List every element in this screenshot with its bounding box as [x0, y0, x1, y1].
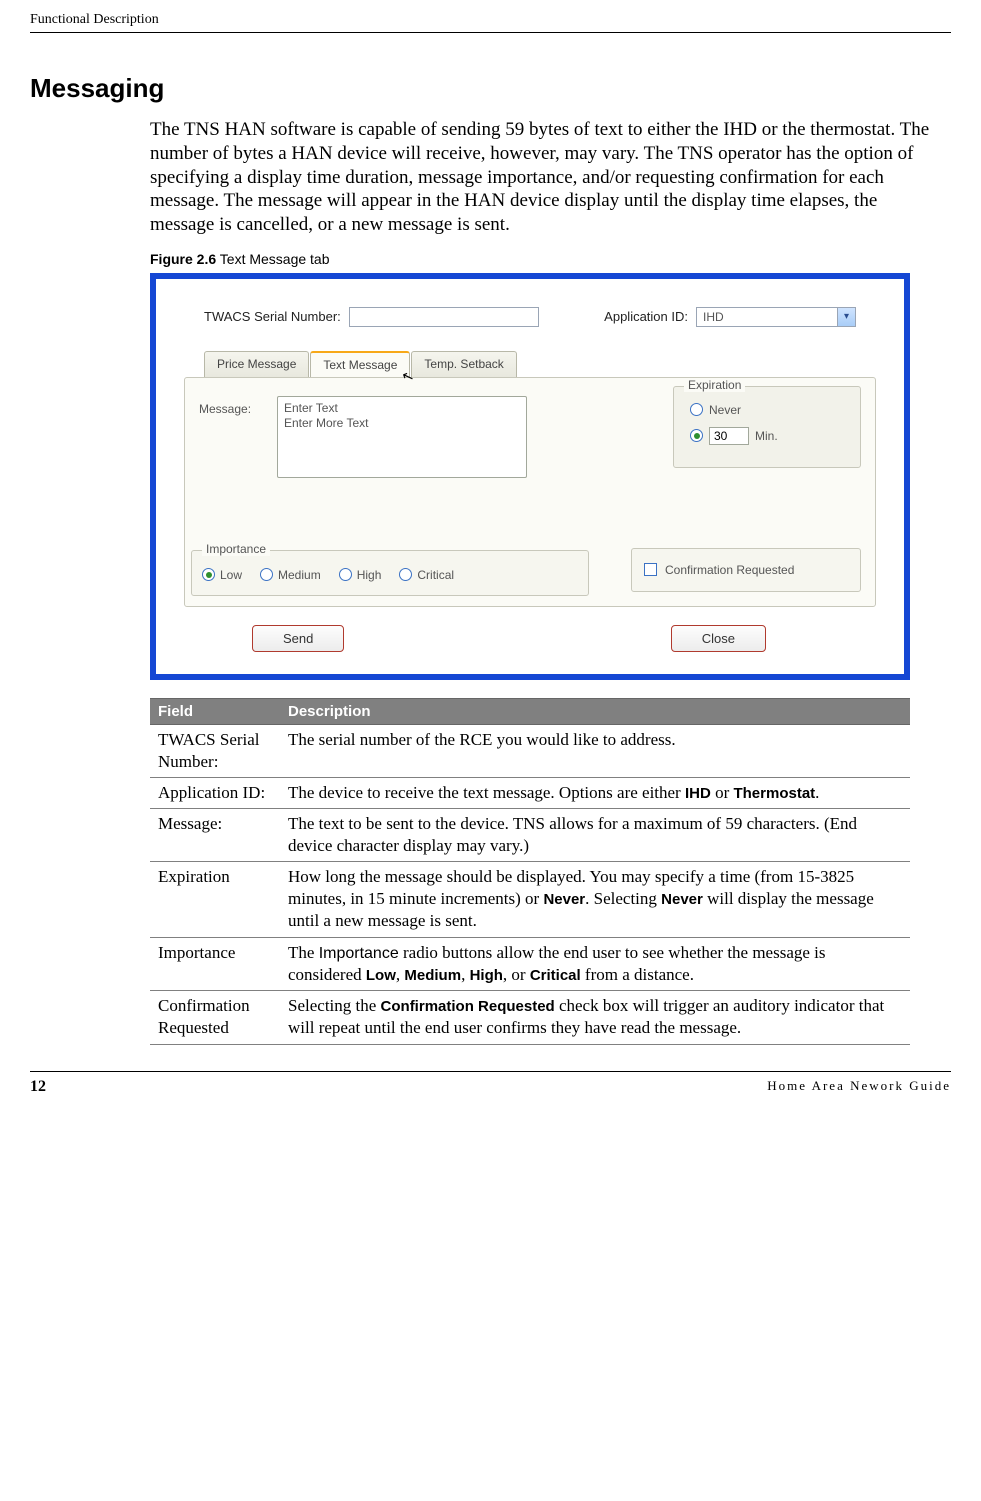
field-name: Application ID:: [150, 777, 280, 808]
tab-temp-setback[interactable]: Temp. Setback: [411, 351, 516, 377]
doc-title: Home Area Nework Guide: [767, 1078, 951, 1096]
message-line2: Enter More Text: [284, 416, 520, 432]
application-id-value: IHD: [703, 310, 724, 324]
desc-text: or: [711, 783, 734, 802]
page-number: 12: [30, 1078, 46, 1096]
importance-low-label: Low: [220, 568, 242, 582]
expiration-never-radio[interactable]: [690, 403, 703, 416]
desc-text: from a distance.: [581, 965, 694, 984]
tab-panel: Message: Enter Text Enter More Text Expi…: [184, 377, 876, 607]
desc-bold: Thermostat: [733, 785, 815, 802]
desc-ui-term: Importance: [319, 945, 399, 962]
desc-bold: High: [470, 967, 503, 984]
expiration-minutes-label: Min.: [755, 429, 778, 443]
field-desc: The serial number of the RCE you would l…: [280, 724, 910, 777]
figure-title: Text Message tab: [216, 251, 329, 267]
desc-bold: IHD: [685, 785, 711, 802]
importance-low-radio[interactable]: [202, 568, 215, 581]
th-field: Field: [150, 698, 280, 724]
tabstrip: Price Message Text Message ↖ Temp. Setba…: [204, 351, 886, 377]
table-row: Message: The text to be sent to the devi…: [150, 809, 910, 862]
field-name: Expiration: [150, 862, 280, 937]
importance-high-radio[interactable]: [339, 568, 352, 581]
tab-text-message-label: Text Message: [323, 358, 397, 372]
application-id-select[interactable]: IHD ▾: [696, 307, 856, 327]
field-name: Message:: [150, 809, 280, 862]
desc-text: The: [288, 943, 319, 962]
desc-bold: Low: [366, 967, 396, 984]
field-name: Confirmation Requested: [150, 991, 280, 1044]
importance-group: Importance Low Medium High Critical: [191, 550, 589, 596]
message-textarea[interactable]: Enter Text Enter More Text: [277, 396, 527, 478]
importance-legend: Importance: [202, 542, 270, 556]
importance-medium-label: Medium: [278, 568, 321, 582]
message-line1: Enter Text: [284, 401, 520, 417]
send-button[interactable]: Send: [252, 625, 344, 652]
button-row: Send Close: [174, 607, 886, 652]
field-desc: The text to be sent to the device. TNS a…: [280, 809, 910, 862]
figure-number: Figure 2.6: [150, 251, 216, 267]
desc-text: , or: [503, 965, 530, 984]
table-row: Importance The Importance radio buttons …: [150, 937, 910, 991]
expiration-legend: Expiration: [684, 378, 745, 392]
message-label: Message:: [199, 396, 267, 416]
desc-text: ,: [461, 965, 470, 984]
desc-text: .: [815, 783, 819, 802]
expiration-never-label: Never: [709, 403, 741, 417]
field-desc: The device to receive the text message. …: [280, 777, 910, 808]
figure-caption: Figure 2.6 Text Message tab: [150, 251, 951, 267]
desc-bold: Never: [543, 891, 585, 908]
field-name: TWACS Serial Number:: [150, 724, 280, 777]
expiration-group: Expiration Never Min.: [673, 386, 861, 468]
expiration-minutes-radio[interactable]: [690, 429, 703, 442]
application-id-label: Application ID:: [604, 309, 688, 324]
field-desc: How long the message should be displayed…: [280, 862, 910, 937]
confirmation-checkbox[interactable]: [644, 563, 657, 576]
importance-high-label: High: [357, 568, 382, 582]
desc-text: Selecting the: [288, 996, 381, 1015]
expiration-minutes-input[interactable]: [709, 427, 749, 445]
table-row: Expiration How long the message should b…: [150, 862, 910, 937]
confirmation-label: Confirmation Requested: [665, 563, 794, 577]
table-row: Confirmation Requested Selecting the Con…: [150, 991, 910, 1044]
desc-text: . Selecting: [585, 889, 661, 908]
serial-number-input[interactable]: [349, 307, 539, 327]
importance-critical-label: Critical: [417, 568, 454, 582]
desc-bold: Confirmation Requested: [381, 998, 555, 1015]
importance-medium-radio[interactable]: [260, 568, 273, 581]
screenshot-window: TWACS Serial Number: Application ID: IHD…: [150, 273, 910, 680]
table-row: Application ID: The device to receive th…: [150, 777, 910, 808]
tab-price-message[interactable]: Price Message: [204, 351, 309, 377]
screenshot-top-row: TWACS Serial Number: Application ID: IHD…: [174, 299, 886, 351]
desc-bold: Critical: [530, 967, 581, 984]
close-button[interactable]: Close: [671, 625, 766, 652]
field-desc: The Importance radio buttons allow the e…: [280, 937, 910, 991]
desc-bold: Medium: [404, 967, 461, 984]
confirmation-group: Confirmation Requested: [631, 548, 861, 592]
field-name: Importance: [150, 937, 280, 991]
field-description-table: Field Description TWACS Serial Number: T…: [150, 698, 910, 1045]
section-heading: Messaging: [30, 73, 951, 104]
tab-text-message[interactable]: Text Message ↖: [310, 351, 410, 377]
desc-bold: Never: [661, 891, 703, 908]
running-head: Functional Description: [30, 12, 951, 33]
page-footer: 12 Home Area Nework Guide: [30, 1071, 951, 1096]
importance-critical-radio[interactable]: [399, 568, 412, 581]
th-description: Description: [280, 698, 910, 724]
serial-number-label: TWACS Serial Number:: [204, 309, 341, 324]
chevron-down-icon: ▾: [837, 308, 855, 326]
desc-text: The device to receive the text message. …: [288, 783, 685, 802]
table-row: TWACS Serial Number: The serial number o…: [150, 724, 910, 777]
intro-paragraph: The TNS HAN software is capable of sendi…: [150, 118, 941, 237]
field-desc: Selecting the Confirmation Requested che…: [280, 991, 910, 1044]
